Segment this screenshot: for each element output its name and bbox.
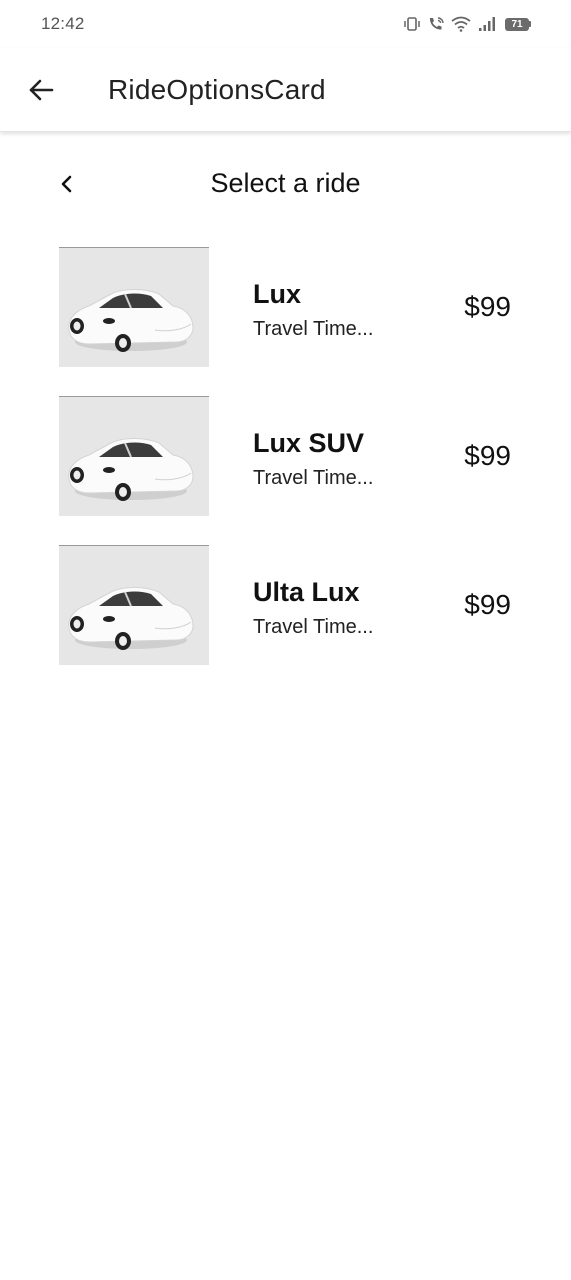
battery-level: 71 — [505, 17, 529, 31]
app-bar: RideOptionsCard — [0, 48, 571, 132]
ride-header-title: Select a ride — [210, 168, 361, 198]
status-icons: 71 — [403, 16, 531, 32]
ride-price: $99 — [464, 440, 511, 471]
ride-option-lux[interactable]: Lux Travel Time... $99 — [0, 247, 571, 396]
ride-travel-time: Travel Time... — [253, 467, 374, 489]
signal-icon — [477, 16, 497, 32]
ride-name: Lux SUV — [253, 428, 365, 458]
ride-travel-time: Travel Time... — [253, 616, 374, 638]
ride-list: Lux Travel Time... $99 Lux SUV Travel Ti… — [0, 247, 571, 694]
ride-name: Ulta Lux — [253, 577, 360, 607]
ride-price: $99 — [464, 589, 511, 620]
car-image — [59, 545, 209, 665]
battery-tip — [529, 21, 531, 27]
ride-price: $99 — [464, 291, 511, 322]
car-image — [59, 396, 209, 516]
car-image — [59, 247, 209, 367]
wifi-icon — [451, 16, 471, 32]
ride-travel-time: Travel Time... — [253, 318, 374, 340]
status-time: 12:42 — [41, 14, 85, 33]
battery-icon: 71 — [505, 17, 531, 31]
ride-option-ulta-lux[interactable]: Ulta Lux Travel Time... $99 — [0, 545, 571, 694]
ride-name: Lux — [253, 279, 302, 309]
vibrate-icon — [403, 16, 421, 32]
ride-header: Select a ride — [0, 160, 571, 208]
app-title: RideOptionsCard — [108, 74, 326, 105]
wifi-calling-icon — [427, 16, 445, 32]
ride-option-lux-suv[interactable]: Lux SUV Travel Time... $99 — [0, 396, 571, 545]
arrow-left-icon[interactable] — [27, 76, 55, 104]
status-bar: 12:42 71 — [0, 0, 571, 48]
